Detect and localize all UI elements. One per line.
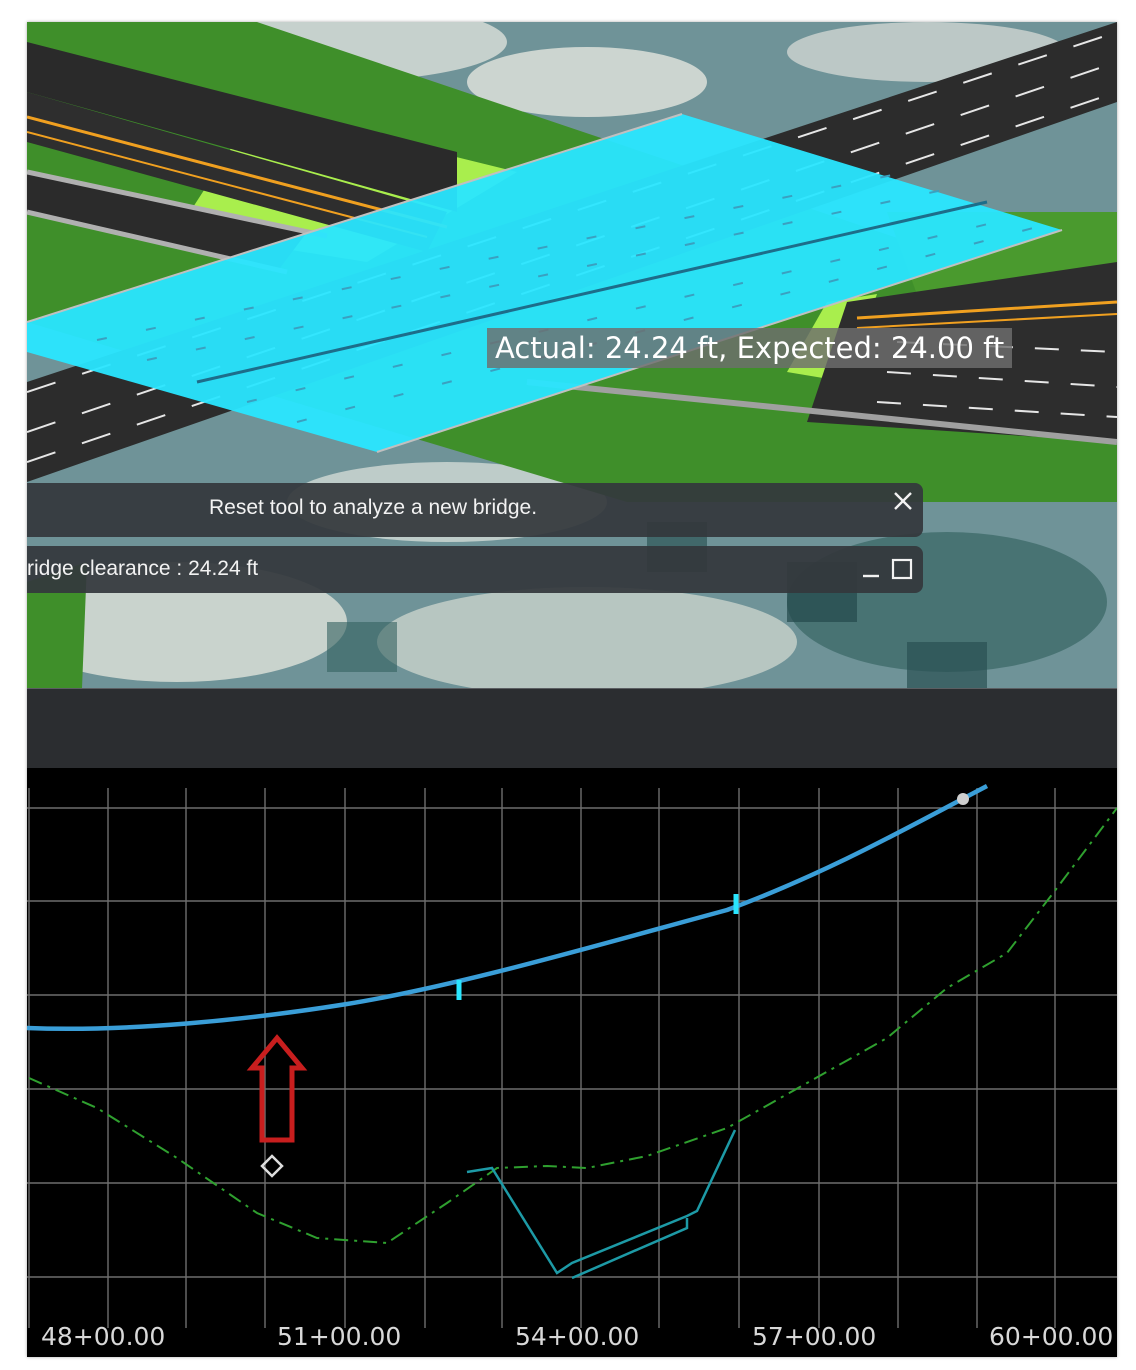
- station-label-4: 57+00.00: [752, 1322, 876, 1351]
- channel-section: [466, 1129, 737, 1275]
- existing-ground-line: [28, 807, 1117, 1245]
- view-divider-toolbar: [27, 688, 1117, 769]
- profile-end-point: [957, 793, 969, 805]
- channel-section-inner: [571, 1218, 689, 1280]
- station-label-3: 54+00.00: [515, 1322, 639, 1351]
- station-label-5: 60+00.00: [989, 1322, 1113, 1351]
- station-label-2: 51+00.00: [277, 1322, 401, 1351]
- bridge-profile-curve: [27, 784, 989, 1032]
- bridge-clearance-result: ridge clearance : 24.24 ft: [27, 557, 259, 580]
- 3d-viewport[interactable]: Actual: 24.24 ft, Expected: 24.00 ft Res…: [27, 22, 1117, 688]
- profile-grid: [27, 788, 1117, 1328]
- profile-graph: 48+00.00 51+00.00 54+00.00 57+00.00 60+0…: [27, 784, 1117, 1351]
- profile-view[interactable]: 48+00.00 51+00.00 54+00.00 57+00.00 60+0…: [27, 768, 1117, 1357]
- close-icon[interactable]: [891, 489, 915, 513]
- bridge-clearance-panel: ridge clearance : 24.24 ft: [27, 546, 923, 593]
- clearance-measurement-label: Actual: 24.24 ft, Expected: 24.00 ft: [487, 328, 1013, 368]
- notification-toast: Reset tool to analyze a new bridge.: [27, 483, 923, 537]
- screenshot-frame: Actual: 24.24 ft, Expected: 24.00 ft Res…: [27, 22, 1117, 1357]
- minimize-icon[interactable]: [861, 559, 881, 579]
- station-label-1: 48+00.00: [41, 1322, 165, 1351]
- notification-message: Reset tool to analyze a new bridge.: [209, 496, 538, 519]
- maximize-icon[interactable]: [891, 558, 913, 580]
